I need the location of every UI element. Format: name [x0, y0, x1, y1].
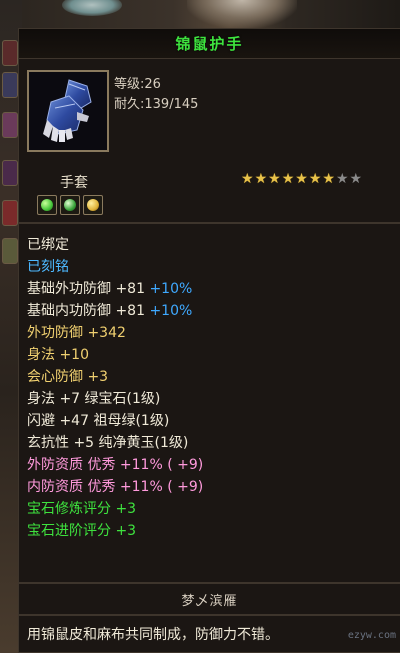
green-gem-icon[interactable]: [60, 195, 80, 215]
attribute-text: 身法 +7 绿宝石(1级): [27, 391, 161, 407]
maker-name: 梦乄滨雁: [181, 593, 238, 609]
attribute-row: 内防资质 优秀 +11% ( +9): [27, 476, 397, 498]
attribute-row: 已绑定: [27, 234, 397, 256]
skill-slot: [2, 40, 18, 66]
gauntlet-icon: [27, 70, 109, 152]
attribute-row: 身法 +7 绿宝石(1级): [27, 388, 397, 410]
yellow-gem-icon[interactable]: [83, 195, 103, 215]
attribute-row: 玄抗性 +5 纯净黄玉(1级): [27, 432, 397, 454]
attribute-row: 外防资质 优秀 +11% ( +9): [27, 454, 397, 476]
item-durability: 耐久:139/145: [114, 97, 199, 112]
star-empty-icon: ★: [335, 171, 349, 187]
attribute-text: 外功防御 +342: [27, 325, 126, 341]
attribute-row: 已刻铭: [27, 256, 397, 278]
skill-slot: [2, 200, 18, 226]
attribute-text: 已绑定: [27, 237, 69, 253]
star-filled-icon: ★: [281, 171, 295, 187]
skill-slot: [2, 72, 18, 98]
tooltip-title-bar: 锦鼠护手: [19, 29, 400, 59]
attribute-text: 内防资质 优秀 +11% ( +9): [27, 479, 204, 495]
attribute-row: 基础内功防御 +81 +10%: [27, 300, 397, 322]
item-category: 手套: [60, 175, 88, 191]
star-empty-icon: ★: [349, 171, 363, 187]
attribute-text: 闪避 +47 祖母绿(1级): [27, 413, 170, 429]
attribute-row: 宝石进阶评分 +3: [27, 520, 397, 542]
attribute-text: 身法 +10: [27, 347, 89, 363]
gem-slots: [37, 195, 103, 215]
attribute-row: 基础外功防御 +81 +10%: [27, 278, 397, 300]
watermark: ezyw.com: [347, 630, 396, 641]
attribute-text: 基础内功防御 +81: [27, 303, 145, 319]
scene-orb: [62, 0, 122, 16]
attribute-row: 宝石修炼评分 +3: [27, 498, 397, 520]
item-name: 锦鼠护手: [175, 35, 244, 53]
attribute-row: 会心防御 +3: [27, 366, 397, 388]
character-figure: [187, 0, 297, 28]
star-filled-icon: ★: [254, 171, 268, 187]
item-level: 等级:26: [114, 77, 161, 92]
attribute-percent: +10%: [145, 281, 193, 297]
divider: [19, 614, 400, 616]
divider: [19, 582, 400, 584]
item-description: 用锦鼠皮和麻布共同制成，防御力不错。: [27, 627, 279, 643]
skill-slot: [2, 238, 18, 264]
star-filled-icon: ★: [268, 171, 281, 187]
star-rating: ★ ★ ★ ★ ★ ★ ★ ★ ★: [241, 172, 362, 186]
attribute-row: 闪避 +47 祖母绿(1级): [27, 410, 397, 432]
green-gem-icon[interactable]: [37, 195, 57, 215]
star-filled-icon: ★: [241, 171, 254, 187]
star-filled-icon: ★: [322, 171, 335, 187]
divider: [19, 222, 400, 224]
attribute-text: 宝石进阶评分 +3: [27, 523, 137, 539]
attribute-row: 身法 +10: [27, 344, 397, 366]
attribute-row: 外功防御 +342: [27, 322, 397, 344]
attribute-text: 会心防御 +3: [27, 369, 109, 385]
attribute-text: 基础外功防御 +81: [27, 281, 145, 297]
star-filled-icon: ★: [308, 171, 322, 187]
game-background-top: [22, 0, 400, 30]
skill-slot: [2, 160, 18, 186]
attribute-text: 外防资质 优秀 +11% ( +9): [27, 457, 204, 473]
attribute-text: 宝石修炼评分 +3: [27, 501, 137, 517]
attribute-list: 已绑定 已刻铭 基础外功防御 +81 +10% 基础内功防御 +81 +10% 外功防御…: [27, 234, 397, 542]
star-filled-icon: ★: [295, 171, 308, 187]
attribute-text: 已刻铭: [27, 259, 69, 275]
attribute-text: 玄抗性 +5 纯净黄玉(1级): [27, 435, 189, 451]
item-tooltip: 锦鼠护手 等级:26 耐久:139/145 手套 ★ ★ ★ ★ ★ ★ ★ ★ ★: [18, 28, 400, 653]
attribute-percent: +10%: [145, 303, 193, 319]
skill-slot: [2, 112, 18, 138]
